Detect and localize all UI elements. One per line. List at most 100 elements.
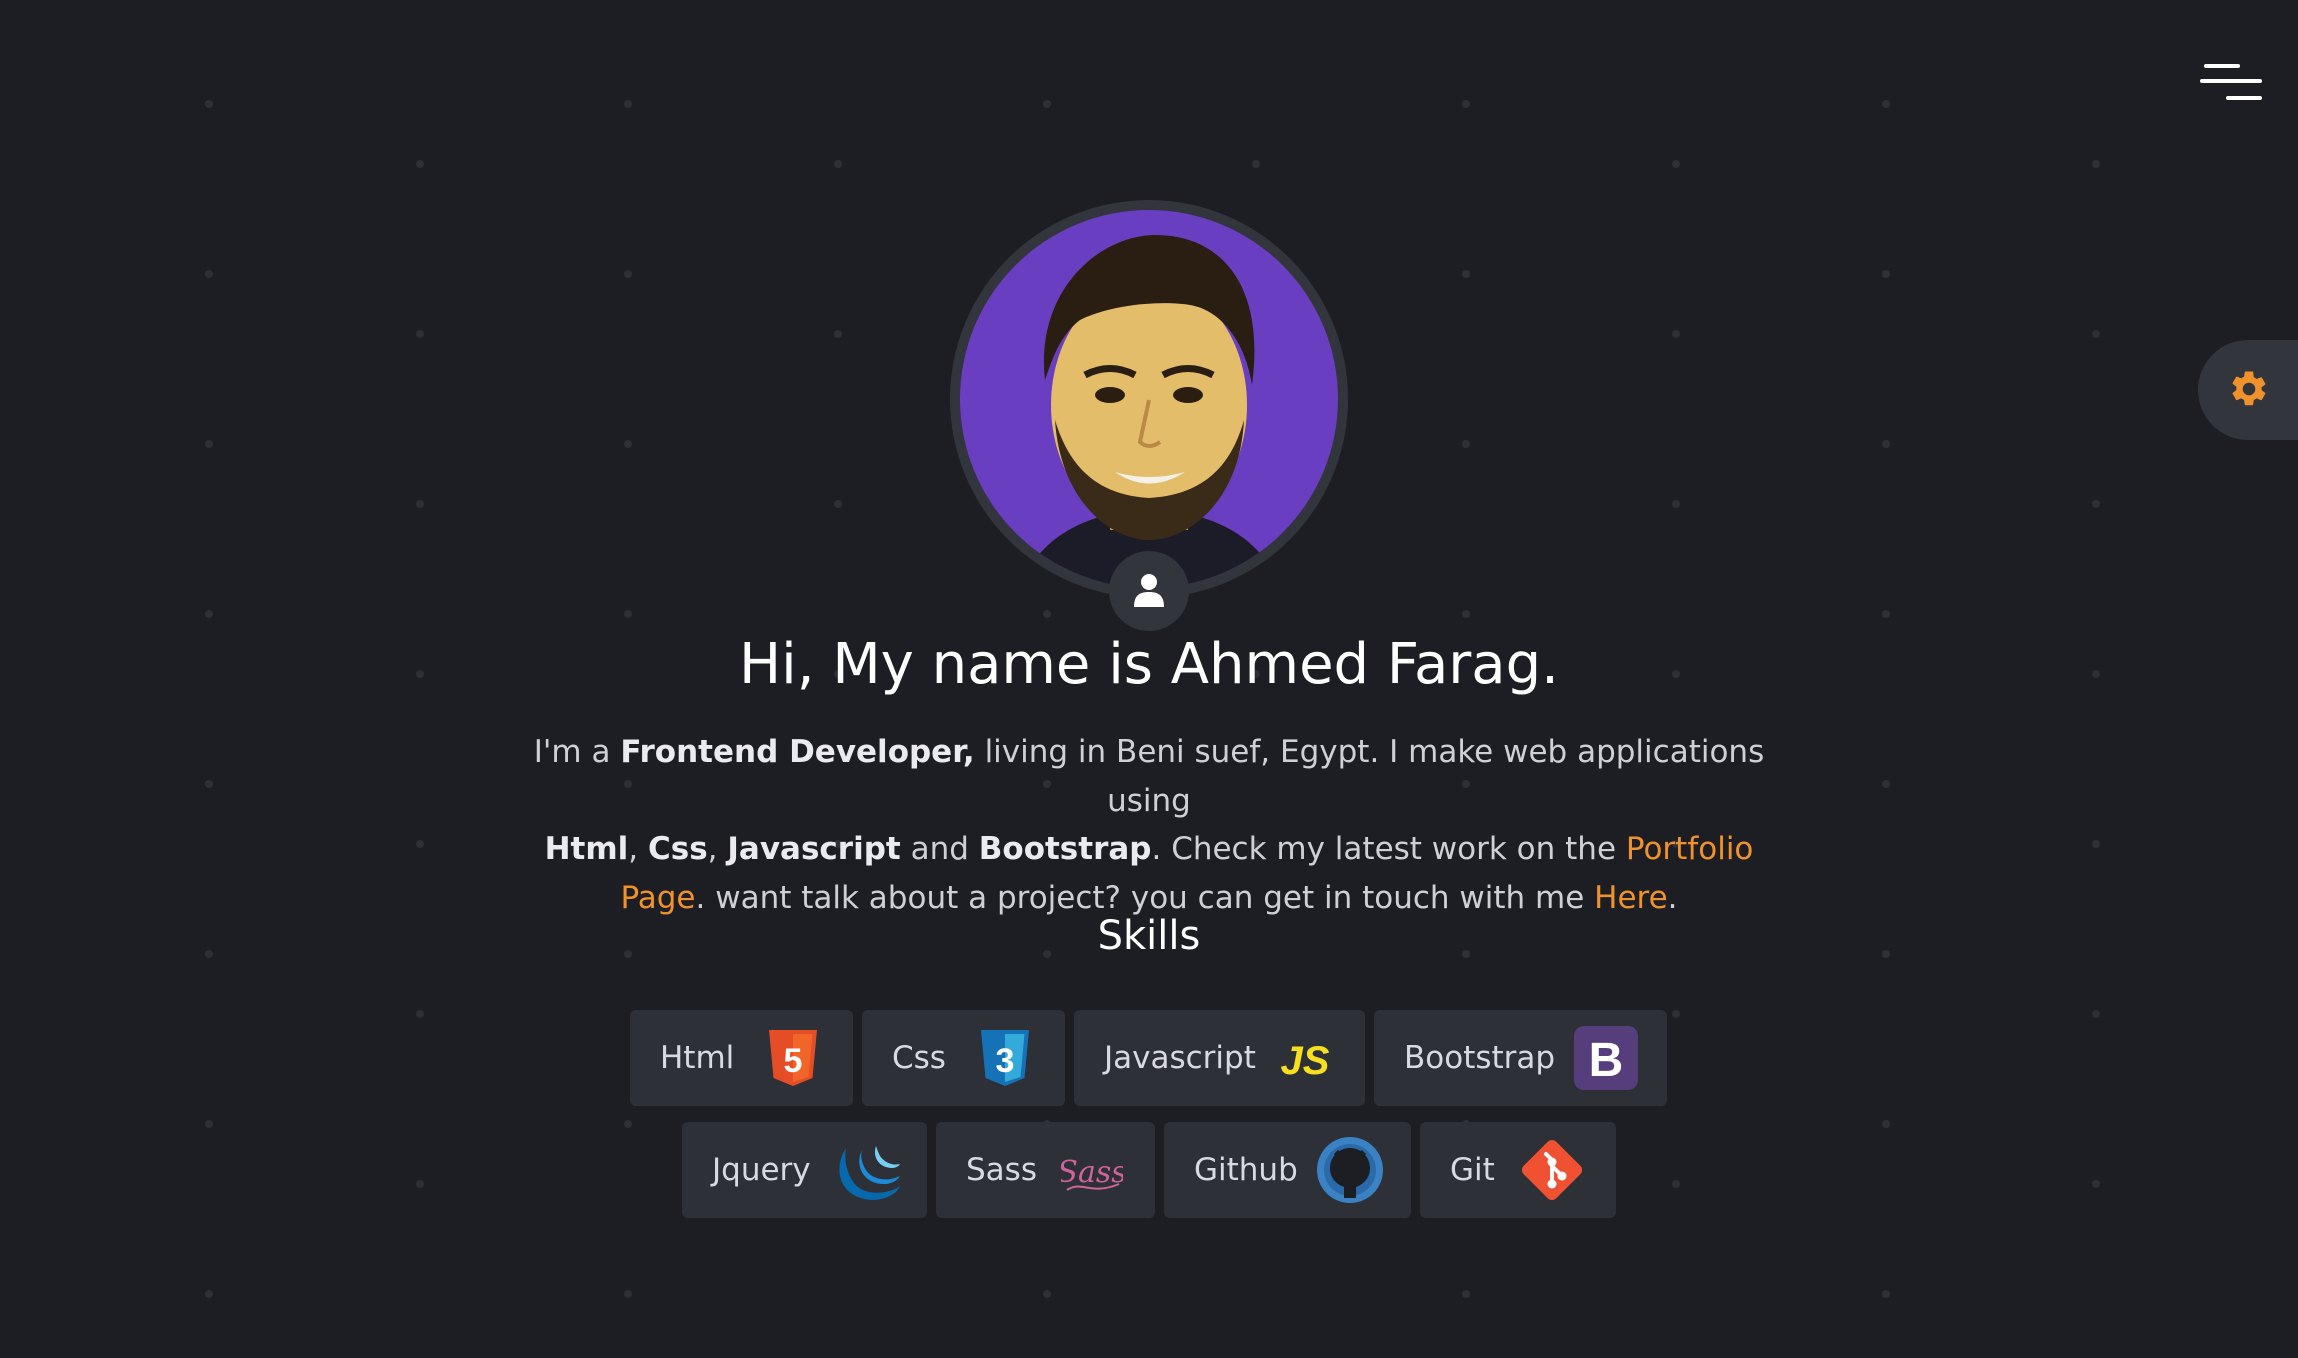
bio-role: Frontend Developer,	[620, 734, 975, 770]
background-dot	[1672, 500, 1680, 508]
bio-text: ,	[707, 831, 728, 867]
background-dot	[1462, 610, 1470, 618]
skill-label: Css	[892, 1040, 946, 1076]
background-dot	[1882, 100, 1890, 108]
sass-icon: Sass	[1061, 1155, 1123, 1191]
skill-github[interactable]: Github	[1164, 1122, 1411, 1218]
background-dot	[2092, 160, 2100, 168]
svg-text:5: 5	[784, 1042, 803, 1080]
skill-label: Bootstrap	[1404, 1040, 1556, 1076]
bio-text: .	[1667, 879, 1678, 916]
contact-link[interactable]: Here	[1594, 880, 1668, 916]
skill-git[interactable]: Git	[1420, 1122, 1616, 1218]
background-dot	[205, 610, 213, 618]
github-icon	[1317, 1137, 1383, 1203]
background-dot	[1882, 610, 1890, 618]
background-dot	[1252, 160, 1260, 168]
background-dot	[1462, 440, 1470, 448]
background-dot	[2092, 840, 2100, 848]
background-dot	[1882, 1290, 1890, 1298]
background-dot	[1882, 270, 1890, 278]
background-dot	[1043, 1290, 1051, 1298]
background-dot	[624, 100, 632, 108]
background-dot	[205, 440, 213, 448]
background-dot	[624, 270, 632, 278]
skill-label: Html	[660, 1040, 735, 1076]
bio-tech: Css	[648, 831, 708, 867]
background-dot	[834, 160, 842, 168]
background-dot	[2092, 330, 2100, 338]
background-dot	[1462, 1290, 1470, 1298]
background-dot	[205, 270, 213, 278]
html5-icon: 5	[769, 1030, 817, 1086]
bio-text: . want talk about a project? you can get…	[695, 879, 1595, 916]
background-dot	[624, 1290, 632, 1298]
background-dot	[1672, 330, 1680, 338]
background-dot	[416, 160, 424, 168]
background-dot	[1672, 1180, 1680, 1188]
skill-jquery[interactable]: Jquery	[682, 1122, 927, 1218]
bio-tech: Bootstrap	[978, 831, 1152, 867]
bio-paragraph: I'm a Frontend Developer, living in Beni…	[500, 728, 1798, 922]
svg-text:JS: JS	[1281, 1039, 1330, 1083]
user-icon	[1134, 574, 1164, 607]
bio-tech: Html	[544, 831, 629, 867]
background-dot	[1672, 1010, 1680, 1018]
page-title: Hi, My name is Ahmed Farag.	[739, 632, 1559, 697]
background-dot	[1043, 610, 1051, 618]
jquery-icon	[839, 1146, 900, 1200]
background-dot	[624, 440, 632, 448]
svg-text:B: B	[1589, 1034, 1624, 1087]
skill-javascript[interactable]: Javascript JS	[1074, 1010, 1365, 1106]
background-dot	[1882, 780, 1890, 788]
skill-label: Javascript	[1104, 1040, 1256, 1076]
css3-icon: 3	[981, 1030, 1029, 1086]
background-dot	[1462, 100, 1470, 108]
bio-tech: Javascript	[727, 831, 901, 867]
background-dot	[1882, 1120, 1890, 1128]
svg-text:3: 3	[996, 1042, 1015, 1080]
background-dot	[205, 100, 213, 108]
background-dot	[624, 610, 632, 618]
background-dot	[2092, 1010, 2100, 1018]
skill-label: Git	[1450, 1152, 1495, 1188]
avatar	[960, 210, 1338, 588]
bio-text: ,	[628, 831, 649, 867]
skill-css[interactable]: Css 3	[862, 1010, 1065, 1106]
skill-html[interactable]: Html 5	[630, 1010, 853, 1106]
settings-button[interactable]	[2198, 340, 2298, 440]
skill-label: Sass	[966, 1152, 1037, 1188]
avatar-ring	[950, 200, 1348, 598]
hamburger-menu-icon[interactable]	[2200, 62, 2262, 104]
background-dot	[416, 1180, 424, 1188]
background-dot	[416, 1010, 424, 1018]
skill-sass[interactable]: Sass Sass	[936, 1122, 1155, 1218]
background-dot	[2092, 500, 2100, 508]
skill-label: Github	[1194, 1152, 1298, 1188]
skill-label: Jquery	[712, 1152, 811, 1188]
background-dot	[834, 330, 842, 338]
background-dot	[416, 330, 424, 338]
profile-photo	[1020, 235, 1280, 588]
bio-text: . Check my latest work on the	[1151, 831, 1626, 867]
bio-text: living in Beni suef, Egypt. I make web a…	[974, 734, 1765, 819]
skill-bootstrap[interactable]: Bootstrap B	[1374, 1010, 1667, 1106]
git-icon	[1521, 1139, 1583, 1201]
background-dot	[834, 500, 842, 508]
background-dot	[2092, 1180, 2100, 1188]
bio-text: and	[900, 831, 979, 867]
bio-text: I'm a	[533, 734, 621, 770]
background-dot	[416, 500, 424, 508]
svg-text:Sass: Sass	[1061, 1155, 1123, 1190]
background-dot	[1882, 440, 1890, 448]
background-dot	[416, 840, 424, 848]
background-dot	[624, 1120, 632, 1128]
background-dot	[1462, 270, 1470, 278]
background-dot	[1672, 160, 1680, 168]
skills-heading: Skills	[1097, 913, 1201, 959]
user-badge	[1109, 551, 1189, 631]
bootstrap-icon: B	[1574, 1026, 1638, 1090]
background-dot	[205, 780, 213, 788]
background-dot	[1043, 100, 1051, 108]
gear-icon	[2232, 371, 2266, 406]
